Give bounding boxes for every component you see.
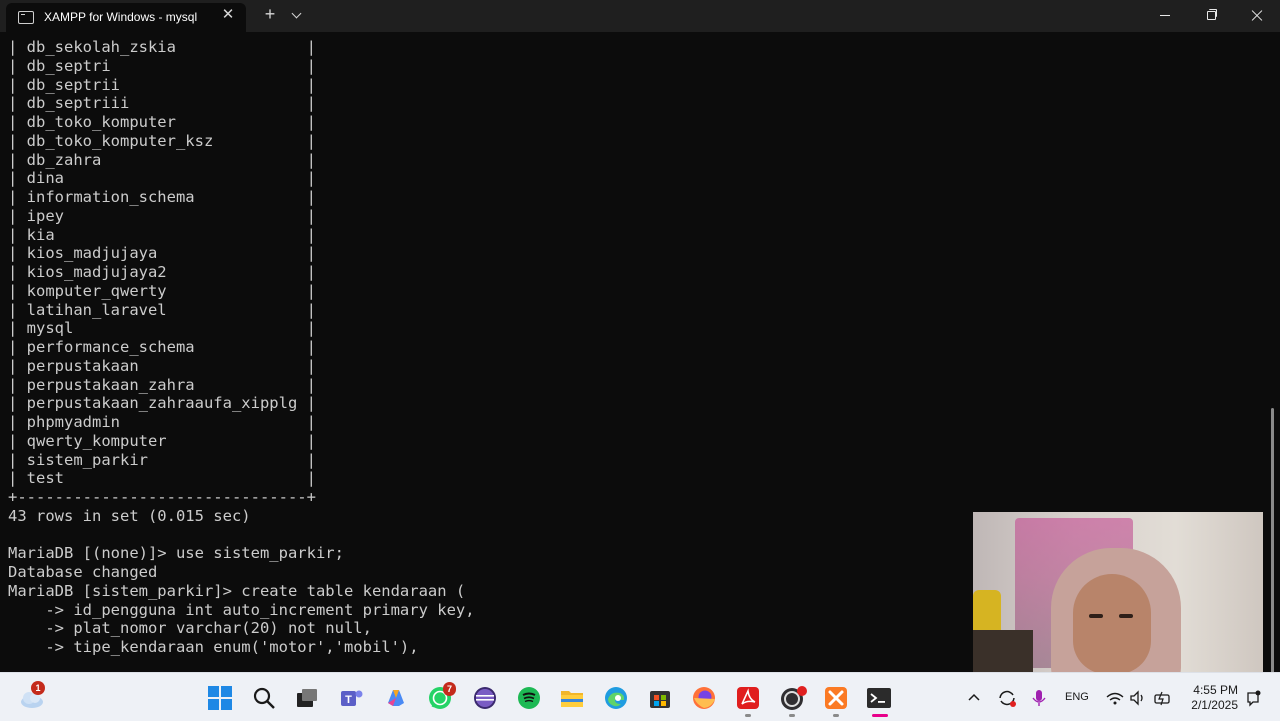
terminal-line: | perpustakaan_zahraaufa_xipplg | xyxy=(8,394,316,413)
terminal-line: | db_toko_komputer | xyxy=(8,113,316,131)
acrobat-icon[interactable] xyxy=(735,685,761,711)
terminal-line: | phpmyadmin | xyxy=(8,413,316,431)
terminal-lines: | db_sekolah_zskia | | db_septri | | db_se… xyxy=(8,38,475,657)
svg-text:T: T xyxy=(345,694,352,706)
copilot-icon[interactable] xyxy=(383,685,409,711)
wifi-icon[interactable] xyxy=(1105,685,1125,711)
terminal-line: | performance_schema | xyxy=(8,338,316,356)
tab-close-icon[interactable]: ✕ xyxy=(220,6,236,24)
obs-running-indicator xyxy=(789,714,795,717)
terminal-line: | db_septriii | xyxy=(8,94,316,113)
right-eye xyxy=(1119,614,1133,618)
scrollbar[interactable] xyxy=(1271,408,1274,672)
terminal-active-indicator xyxy=(872,714,888,717)
terminal-line: | latihan_laravel | xyxy=(8,300,316,319)
terminal-line: | kios_madjujaya2 | xyxy=(8,263,316,281)
tab-title: XAMPP for Windows - mysql xyxy=(44,10,198,24)
terminal-line: | dina | xyxy=(8,169,316,188)
teams-icon[interactable]: T xyxy=(338,685,364,711)
acrobat-running-indicator xyxy=(745,714,751,717)
microphone-icon[interactable] xyxy=(1030,685,1048,711)
store-icon[interactable] xyxy=(647,685,673,711)
battery-icon[interactable] xyxy=(1152,685,1174,711)
terminal-line: | information_schema | xyxy=(8,188,316,206)
terminal-line: | db_sekolah_zskia | xyxy=(8,38,316,56)
terminal-line: -> id_pengguna int auto_increment primar… xyxy=(8,600,475,619)
search-icon[interactable] xyxy=(251,685,277,711)
whatsapp-badge: 7 xyxy=(443,682,456,696)
terminal-line: | kios_madjujaya | xyxy=(8,244,316,263)
terminal-line: -> plat_nomor varchar(20) not null, xyxy=(8,619,372,638)
terminal-icon[interactable] xyxy=(866,685,892,711)
eclipse-icon[interactable] xyxy=(472,685,498,711)
xampp-icon[interactable] xyxy=(823,685,849,711)
chevron-up-icon[interactable] xyxy=(965,685,983,711)
chevron-down-icon[interactable] xyxy=(291,8,302,19)
terminal-line: | perpustakaan | xyxy=(8,356,316,375)
firefox-icon[interactable] xyxy=(691,685,717,711)
notification-icon[interactable] xyxy=(1243,685,1263,711)
clock-time: 4:55 PM xyxy=(1193,683,1238,697)
dark-object xyxy=(973,630,1033,677)
file-explorer-icon[interactable] xyxy=(559,685,585,711)
taskbar: 1 T 7 ENG 4:55 PM 2/1/2025 xyxy=(0,672,1280,721)
terminal-line: | test | xyxy=(8,469,316,488)
terminal-line: MariaDB [(none)]> use sistem_parkir; xyxy=(8,544,344,563)
restore-button[interactable] xyxy=(1188,0,1234,32)
task-view-icon[interactable] xyxy=(294,685,320,711)
terminal-line: Database changed xyxy=(8,563,158,581)
spotify-icon[interactable] xyxy=(516,685,542,711)
minimize-button[interactable] xyxy=(1142,0,1188,32)
title-bar: XAMPP for Windows - mysql ✕ + xyxy=(0,0,1280,32)
terminal-tab[interactable]: XAMPP for Windows - mysql ✕ xyxy=(6,3,246,32)
notification-badge: 1 xyxy=(31,681,45,695)
obs-icon[interactable] xyxy=(779,685,807,711)
terminal-line: | db_septri | xyxy=(8,56,316,75)
terminal-line: | ipey | xyxy=(8,206,316,225)
terminal-line: -> tipe_kendaraan enum('motor','mobil'), xyxy=(8,638,419,656)
webcam-overlay xyxy=(973,512,1263,677)
person-face xyxy=(1073,574,1151,674)
terminal-line: | perpustakaan_zahra | xyxy=(8,375,316,394)
terminal-line: | db_septrii | xyxy=(8,75,316,94)
close-window-button[interactable] xyxy=(1234,0,1280,32)
terminal-tab-icon xyxy=(18,11,34,24)
volume-icon[interactable] xyxy=(1128,685,1146,711)
terminal-line: | komputer_qwerty | xyxy=(8,281,316,300)
edge-icon[interactable] xyxy=(603,685,629,711)
terminal-line: | db_zahra | xyxy=(8,150,316,169)
clock[interactable]: 4:55 PM 2/1/2025 xyxy=(1186,683,1238,713)
terminal-line: | qwerty_komputer | xyxy=(8,431,316,450)
terminal-line: +-------------------------------+ xyxy=(8,488,316,506)
terminal-line: | kia | xyxy=(8,225,316,244)
clock-date: 2/1/2025 xyxy=(1191,698,1238,712)
terminal-line: | sistem_parkir | xyxy=(8,450,316,469)
sync-icon[interactable] xyxy=(996,685,1018,711)
language-indicator[interactable]: ENG xyxy=(1065,691,1089,704)
terminal-line: | mysql | xyxy=(8,319,316,338)
terminal-line: MariaDB [sistem_parkir]> create table ke… xyxy=(8,581,466,600)
new-tab-button[interactable]: + xyxy=(260,5,280,23)
left-eye xyxy=(1089,614,1103,618)
start-icon[interactable] xyxy=(207,685,233,711)
terminal-line: 43 rows in set (0.015 sec) xyxy=(8,506,251,525)
terminal-line: | db_toko_komputer_ksz | xyxy=(8,131,316,150)
xampp-running-indicator xyxy=(833,714,839,717)
